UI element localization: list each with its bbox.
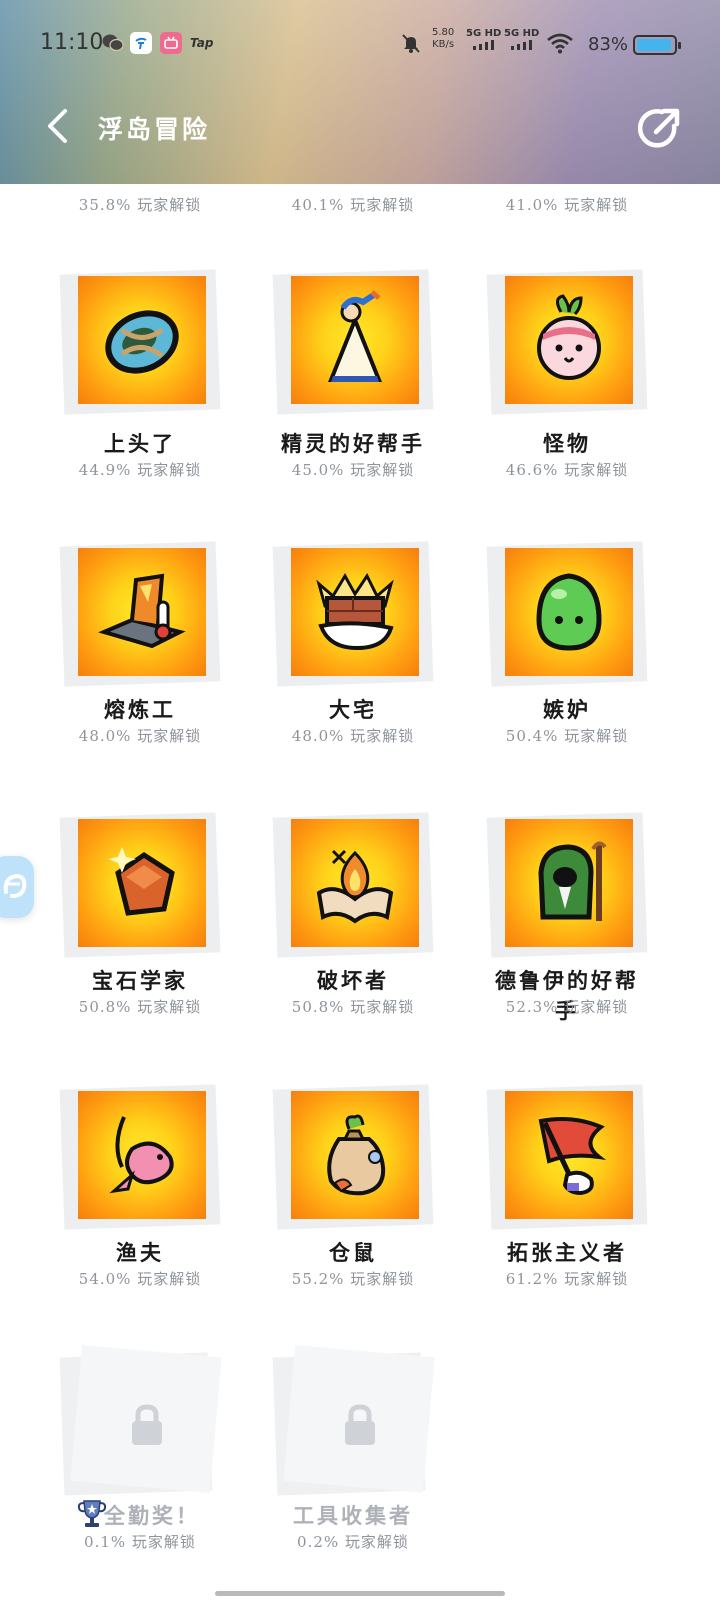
achievement-percent: 55.2% 玩家解锁 (291, 1270, 415, 1288)
furnace-thermometer-icon (98, 573, 186, 649)
floating-assistant-button[interactable] (0, 856, 34, 918)
page-title: 浮岛冒险 (98, 115, 211, 144)
achievement-name: 工具收集者 (293, 1503, 413, 1528)
sim2-label: 5G HD (504, 28, 540, 39)
lock-icon (345, 1404, 375, 1445)
achievement-percent: 52.3% 玩家解锁 (505, 998, 629, 1016)
achievement-percent: 54.0% 玩家解锁 (78, 1270, 202, 1288)
back-arrow-icon[interactable] (40, 106, 80, 146)
achievement-card (272, 1345, 435, 1496)
achievement-percent: 40.1% 玩家解锁 (291, 196, 415, 214)
achievement-percent: 41.0% 玩家解锁 (505, 196, 629, 214)
assistant-icon (3, 873, 27, 898)
achievement-card (59, 812, 221, 958)
wifi-icon (546, 32, 574, 54)
achievement-name: 宝石学家 (92, 968, 188, 993)
mute-bell-icon (400, 32, 422, 54)
achievement-name: 上头了 (104, 431, 176, 456)
achievement-name: 渔夫 (116, 1240, 164, 1265)
fairy-princess-icon (328, 290, 382, 382)
network-speed: 5.80 KB/s (432, 27, 455, 50)
achievement-percent: 48.0% 玩家解锁 (78, 727, 202, 745)
achievement-percent: 50.4% 玩家解锁 (505, 727, 629, 745)
wechat-icon (102, 32, 124, 54)
achievement-card (272, 269, 434, 415)
burning-book-icon (316, 849, 394, 924)
china-telecom-icon (130, 32, 152, 54)
lock-icon (132, 1404, 162, 1445)
achievement-name: 破坏者 (317, 968, 389, 993)
taptap-icon: Tap (190, 36, 214, 50)
achievement-card (272, 812, 434, 958)
achievement-card (59, 541, 221, 687)
home-indicator[interactable] (215, 1591, 505, 1596)
brick-hand-icon (316, 573, 394, 651)
dizzy-mask-icon (105, 310, 179, 374)
sim2-signal: 5G HD (504, 28, 539, 50)
achievement-percent: 45.0% 玩家解锁 (291, 461, 415, 479)
achievement-name: 嫉妒 (543, 697, 591, 722)
flag-hand-icon (538, 1117, 607, 1196)
achievement-percent: 0.1% 玩家解锁 (84, 1533, 196, 1551)
network-speed-unit: KB/s (432, 39, 455, 50)
loot-sack-icon (327, 1114, 386, 1196)
status-bar: 11:10 Tap 5.80 KB/s 5G HD 5G HD 83% (0, 22, 720, 66)
achievement-card (486, 812, 648, 958)
achievement-name: 精灵的好帮手 (281, 431, 425, 456)
radish-monster-icon (537, 294, 601, 380)
achievement-name: 怪物 (543, 431, 591, 456)
signal-bars-icon (472, 40, 494, 50)
achievement-percent: 0.2% 玩家解锁 (297, 1533, 409, 1551)
signal-bars-icon (510, 40, 532, 50)
green-slime-icon (536, 573, 602, 651)
achievement-card (486, 269, 648, 415)
app-header: 11:10 Tap 5.80 KB/s 5G HD 5G HD 83% 浮岛冒险 (0, 0, 720, 184)
achievement-percent: 35.8% 玩家解锁 (78, 196, 202, 214)
gem-icon (108, 847, 175, 916)
battery-icon (633, 35, 681, 55)
sim1-signal: 5G HD (466, 28, 501, 50)
achievement-card (486, 541, 648, 687)
sim1-label: 5G HD (466, 28, 502, 39)
achievement-percent: 50.8% 玩家解锁 (78, 998, 202, 1016)
achievement-name: 仓鼠 (329, 1240, 377, 1265)
achievement-percent: 61.2% 玩家解锁 (505, 1270, 629, 1288)
achievement-name: 全勤奖！ (104, 1503, 200, 1528)
druid-icon (538, 841, 607, 921)
achievement-card (486, 1084, 648, 1230)
achievement-percent: 48.0% 玩家解锁 (291, 727, 415, 745)
achievement-card (59, 1345, 222, 1496)
battery-percent: 83% (588, 34, 629, 55)
status-time: 11:10 (40, 30, 104, 55)
share-icon[interactable] (634, 104, 684, 154)
achievement-percent: 46.6% 玩家解锁 (505, 461, 629, 479)
achievement-percent: 44.9% 玩家解锁 (78, 461, 202, 479)
achievement-card (272, 1084, 434, 1230)
bilibili-icon (160, 32, 182, 54)
fish-hook-icon (109, 1116, 174, 1194)
achievement-name: 拓张主义者 (507, 1240, 627, 1265)
network-speed-value: 5.80 (432, 27, 455, 38)
achievement-card (272, 541, 434, 687)
achievement-name: 大宅 (329, 697, 377, 722)
achievement-card (59, 1084, 221, 1230)
achievement-card (59, 269, 221, 415)
achievement-percent: 50.8% 玩家解锁 (291, 998, 415, 1016)
achievement-name: 熔炼工 (104, 697, 176, 722)
